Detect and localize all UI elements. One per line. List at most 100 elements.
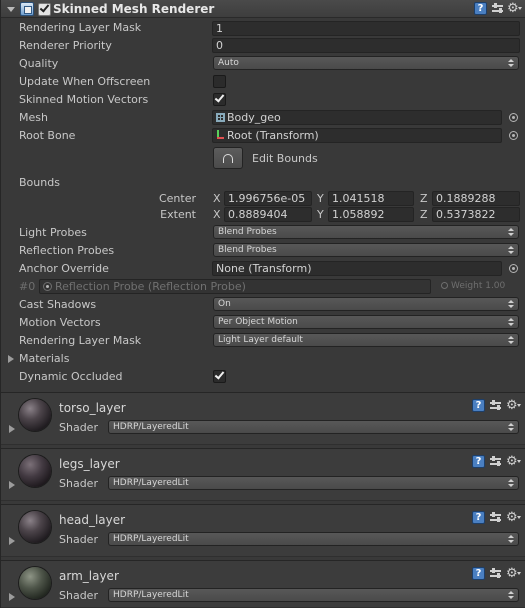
material-preview-thumbnail[interactable] bbox=[19, 567, 51, 599]
center-z-field[interactable]: 0.1889288 bbox=[432, 191, 520, 206]
row-rendering-layer-mask-top: Rendering Layer Mask 1 bbox=[1, 19, 525, 37]
checkmark-icon bbox=[214, 92, 225, 103]
root-bone-label: Root Bone bbox=[19, 129, 76, 142]
cast-shadows-label: Cast Shadows bbox=[19, 298, 97, 311]
extent-y-field[interactable]: 1.058892 bbox=[328, 207, 414, 222]
motion-vectors-dropdown[interactable]: Per Object Motion bbox=[213, 315, 519, 329]
materials-foldout-icon[interactable] bbox=[8, 355, 14, 363]
anchor-override-field[interactable]: None (Transform) bbox=[212, 261, 502, 276]
material-foldout-icon[interactable] bbox=[9, 593, 15, 601]
motion-vectors-label: Motion Vectors bbox=[19, 316, 101, 329]
row-skinned-motion-vectors: Skinned Motion Vectors bbox=[1, 91, 525, 109]
component-header[interactable]: Skinned Mesh Renderer ? ⚙ bbox=[1, 0, 525, 18]
object-picker-icon[interactable] bbox=[509, 131, 518, 140]
gear-icon[interactable]: ⚙ bbox=[506, 455, 521, 468]
component-enabled-checkbox[interactable] bbox=[38, 2, 51, 16]
weight-icon bbox=[441, 282, 448, 289]
skinned-motion-vectors-checkbox[interactable] bbox=[213, 92, 226, 106]
help-icon[interactable]: ? bbox=[474, 2, 487, 15]
help-icon[interactable]: ? bbox=[472, 511, 485, 524]
edit-bounds-button[interactable] bbox=[213, 147, 243, 169]
object-picker-icon[interactable] bbox=[509, 113, 518, 122]
shader-dropdown[interactable]: HDRP/LayeredLit bbox=[108, 588, 519, 602]
edit-bounds-label: Edit Bounds bbox=[252, 152, 318, 165]
material-foldout-icon[interactable] bbox=[9, 425, 15, 433]
material-name: torso_layer bbox=[59, 401, 126, 415]
shader-value: HDRP/LayeredLit bbox=[113, 478, 189, 488]
reflection-probe-icon bbox=[43, 282, 52, 291]
component-title: Skinned Mesh Renderer bbox=[53, 2, 215, 16]
dropdown-arrow-icon bbox=[508, 318, 514, 327]
root-bone-field[interactable]: Root (Transform) bbox=[212, 128, 502, 143]
inspector-panel: Skinned Mesh Renderer ? ⚙ Rendering Laye… bbox=[0, 0, 525, 608]
gear-icon[interactable]: ⚙ bbox=[507, 2, 522, 15]
skinned-motion-vectors-label: Skinned Motion Vectors bbox=[19, 93, 149, 106]
material-preview-thumbnail[interactable] bbox=[19, 511, 51, 543]
renderer-priority-label: Renderer Priority bbox=[19, 39, 112, 52]
quality-value: Auto bbox=[218, 58, 239, 68]
gear-icon[interactable]: ⚙ bbox=[506, 567, 521, 580]
preset-icon[interactable] bbox=[491, 2, 504, 15]
reflection-probes-dropdown[interactable]: Blend Probes bbox=[213, 243, 519, 257]
material-section-torso: torso_layer ? ⚙ Shader HDRP/LayeredLit bbox=[1, 392, 525, 445]
material-preview-thumbnail[interactable] bbox=[19, 455, 51, 487]
extent-x-field[interactable]: 0.8889404 bbox=[224, 207, 312, 222]
dropdown-arrow-icon bbox=[508, 336, 514, 345]
shader-dropdown[interactable]: HDRP/LayeredLit bbox=[108, 532, 519, 546]
material-foldout-icon[interactable] bbox=[9, 537, 15, 545]
material-foldout-icon[interactable] bbox=[9, 481, 15, 489]
shader-dropdown[interactable]: HDRP/LayeredLit bbox=[108, 476, 519, 490]
row-materials[interactable]: Materials bbox=[1, 350, 525, 368]
rendering-layer-mask-value: Light Layer default bbox=[218, 335, 303, 345]
foldout-arrow-icon[interactable] bbox=[7, 7, 15, 12]
center-label: Center bbox=[158, 192, 196, 205]
cast-shadows-dropdown[interactable]: On bbox=[213, 297, 519, 311]
shader-value: HDRP/LayeredLit bbox=[113, 590, 189, 600]
center-y-field[interactable]: 1.041518 bbox=[328, 191, 414, 206]
row-anchor-override: Anchor Override None (Transform) bbox=[1, 260, 525, 278]
gear-icon[interactable]: ⚙ bbox=[506, 399, 521, 412]
row-update-when-offscreen: Update When Offscreen bbox=[1, 73, 525, 91]
probe-index-label: #0 bbox=[19, 280, 36, 293]
preset-icon[interactable] bbox=[489, 511, 502, 524]
row-light-probes: Light Probes Blend Probes bbox=[1, 224, 525, 242]
mesh-value: Body_geo bbox=[227, 111, 281, 124]
row-root-bone: Root Bone Root (Transform) bbox=[1, 127, 525, 145]
rendering-layer-mask-field[interactable]: 1 bbox=[212, 21, 520, 36]
row-dynamic-occluded: Dynamic Occluded bbox=[1, 368, 525, 386]
help-icon[interactable]: ? bbox=[472, 455, 485, 468]
extent-z-field[interactable]: 0.5373822 bbox=[432, 207, 520, 222]
dynamic-occluded-checkbox[interactable] bbox=[213, 369, 226, 383]
center-x-field[interactable]: 1.996756e-05 bbox=[224, 191, 312, 206]
row-quality: Quality Auto bbox=[1, 55, 525, 73]
quality-label: Quality bbox=[19, 57, 59, 70]
update-when-offscreen-checkbox[interactable] bbox=[213, 75, 226, 88]
shader-value: HDRP/LayeredLit bbox=[113, 534, 189, 544]
mesh-field[interactable]: Body_geo bbox=[212, 110, 502, 125]
help-icon[interactable]: ? bbox=[472, 399, 485, 412]
reflection-probes-label: Reflection Probes bbox=[19, 244, 115, 257]
material-section-arm: arm_layer ? ⚙ Shader HDRP/LayeredLit bbox=[1, 560, 525, 608]
help-icon[interactable]: ? bbox=[472, 567, 485, 580]
dropdown-arrow-icon bbox=[508, 591, 514, 600]
shader-label: Shader bbox=[59, 477, 98, 490]
update-when-offscreen-label: Update When Offscreen bbox=[19, 75, 151, 88]
quality-dropdown[interactable]: Auto bbox=[213, 56, 519, 70]
dropdown-arrow-icon bbox=[508, 246, 514, 255]
object-picker-icon[interactable] bbox=[509, 264, 518, 273]
motion-vectors-value: Per Object Motion bbox=[218, 317, 298, 327]
light-probes-dropdown[interactable]: Blend Probes bbox=[213, 225, 519, 239]
gear-icon[interactable]: ⚙ bbox=[506, 511, 521, 524]
preset-icon[interactable] bbox=[489, 455, 502, 468]
preset-icon[interactable] bbox=[489, 567, 502, 580]
dropdown-arrow-icon bbox=[508, 59, 514, 68]
edit-bounds-icon bbox=[221, 152, 233, 164]
center-y-axis: Y bbox=[317, 192, 324, 205]
material-name: arm_layer bbox=[59, 569, 119, 583]
extent-y-axis: Y bbox=[317, 208, 324, 221]
renderer-priority-field[interactable]: 0 bbox=[212, 38, 520, 53]
shader-dropdown[interactable]: HDRP/LayeredLit bbox=[108, 420, 519, 434]
material-preview-thumbnail[interactable] bbox=[19, 399, 51, 431]
preset-icon[interactable] bbox=[489, 399, 502, 412]
rendering-layer-mask-dropdown[interactable]: Light Layer default bbox=[213, 333, 519, 347]
